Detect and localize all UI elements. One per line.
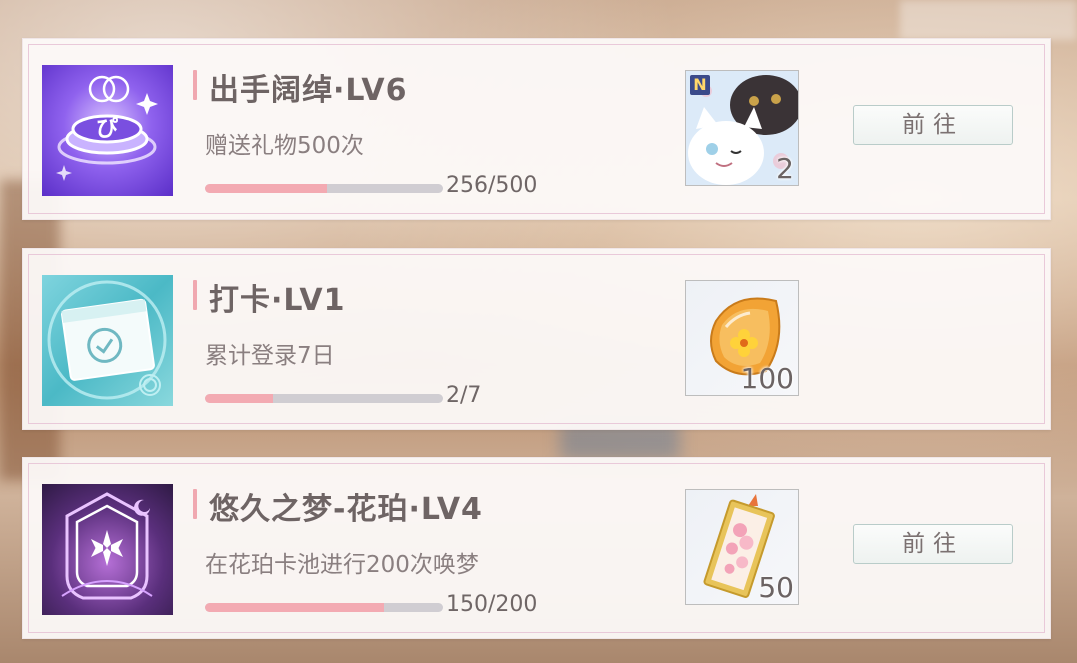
progress-fill bbox=[205, 184, 327, 193]
progress-fill bbox=[205, 603, 384, 612]
reward-item[interactable]: N 2 bbox=[685, 70, 799, 186]
quest-card: 悠久之梦-花珀·LV4 在花珀卡池进行200次唤梦 150/200 50 前往 bbox=[22, 457, 1051, 639]
quest-card: ぴ 出手阔绰·LV6 赠送礼物500次 256/500 N 2 前往 bbox=[22, 38, 1051, 220]
quest-description: 累计登录7日 bbox=[205, 343, 335, 369]
progress-bar bbox=[205, 603, 443, 612]
quest-description: 赠送礼物500次 bbox=[205, 133, 364, 159]
goto-button[interactable]: 前往 bbox=[853, 105, 1013, 145]
rarity-badge: N bbox=[690, 75, 710, 95]
quest-description: 在花珀卡池进行200次唤梦 bbox=[205, 552, 479, 578]
progress-text: 2/7 bbox=[446, 383, 482, 408]
quest-card: 打卡·LV1 累计登录7日 2/7 100 bbox=[22, 248, 1051, 430]
progress-fill bbox=[205, 394, 274, 403]
dream-crest-icon bbox=[42, 484, 173, 615]
reward-quantity: 100 bbox=[740, 362, 794, 395]
quest-title: 打卡·LV1 bbox=[209, 283, 346, 318]
reward-item[interactable]: 100 bbox=[685, 280, 799, 396]
progress-text: 256/500 bbox=[446, 173, 538, 198]
title-accent bbox=[193, 70, 197, 100]
goto-button[interactable]: 前往 bbox=[853, 524, 1013, 564]
progress-bar bbox=[205, 184, 443, 193]
background-blur bbox=[900, 0, 1077, 40]
reward-quantity: 50 bbox=[758, 571, 794, 604]
quest-title: 出手阔绰·LV6 bbox=[209, 73, 408, 108]
quest-title: 悠久之梦-花珀·LV4 bbox=[209, 492, 483, 527]
svg-text:ぴ: ぴ bbox=[96, 117, 118, 142]
title-accent bbox=[193, 280, 197, 310]
progress-text: 150/200 bbox=[446, 592, 538, 617]
reward-item[interactable]: 50 bbox=[685, 489, 799, 605]
title-accent bbox=[193, 489, 197, 519]
calendar-check-icon bbox=[42, 275, 173, 406]
gift-coin-icon: ぴ bbox=[42, 65, 173, 196]
progress-bar bbox=[205, 394, 443, 403]
reward-quantity: 2 bbox=[776, 152, 794, 185]
